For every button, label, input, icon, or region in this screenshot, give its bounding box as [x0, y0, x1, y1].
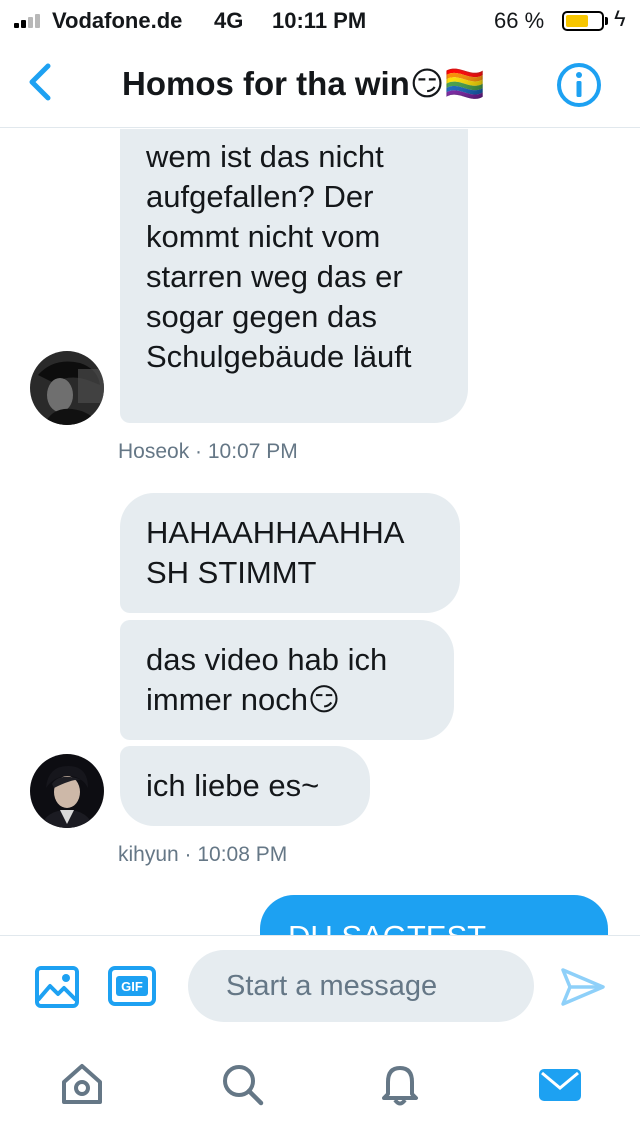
- message-list[interactable]: wem ist das nicht aufgefallen? Der kommt…: [0, 129, 640, 935]
- message-placeholder: Start a message: [226, 970, 438, 1002]
- info-icon[interactable]: [556, 62, 602, 108]
- message-bubble: HAHAAHHAAHHA SH STIMMT: [120, 493, 460, 613]
- message-meta: Hoseok · 10:07 PM: [118, 440, 298, 463]
- message-meta: kihyun · 10:08 PM: [118, 843, 288, 866]
- avatar-kihyun[interactable]: [30, 754, 104, 828]
- conversation-title: Homos for tha win😏🏳️‍🌈: [122, 65, 486, 102]
- network-type: 4G: [214, 8, 244, 33]
- gif-button[interactable]: GIF: [108, 966, 156, 1006]
- image-icon[interactable]: [34, 965, 80, 1009]
- mail-icon[interactable]: [536, 1060, 584, 1108]
- status-time: 10:11 PM: [272, 8, 367, 33]
- carrier-name: Vodafone.de: [52, 8, 183, 33]
- message-bubble: wem ist das nicht aufgefallen? Der kommt…: [120, 129, 468, 423]
- battery-cap: [605, 17, 608, 25]
- outgoing-message-bubble: DU SAGTEST: [260, 895, 608, 935]
- message-bubble: ich liebe es~: [120, 746, 370, 826]
- send-icon[interactable]: [560, 966, 606, 1008]
- conversation-header: Homos for tha win😏🏳️‍🌈: [0, 40, 640, 128]
- lightning-icon: ϟ: [614, 6, 626, 31]
- tab-bar: [0, 1036, 640, 1136]
- bell-icon[interactable]: [376, 1060, 424, 1108]
- home-icon[interactable]: [58, 1060, 106, 1108]
- gif-label: GIF: [121, 979, 143, 994]
- avatar-hoseok[interactable]: [30, 351, 104, 425]
- battery-level: [566, 15, 589, 27]
- search-icon[interactable]: [218, 1060, 266, 1108]
- battery-icon: [562, 11, 604, 31]
- chevron-left-icon[interactable]: [26, 62, 56, 102]
- message-bubble: das video hab ich immer noch😏: [120, 620, 454, 740]
- signal-strength-icon: [14, 14, 46, 28]
- message-composer: GIF Start a message: [0, 935, 640, 1036]
- status-bar: Vodafone.de 4G 10:11 PM 66 % ϟ: [0, 0, 640, 40]
- message-input[interactable]: Start a message: [188, 950, 534, 1022]
- battery-percent: 66 %: [494, 8, 545, 33]
